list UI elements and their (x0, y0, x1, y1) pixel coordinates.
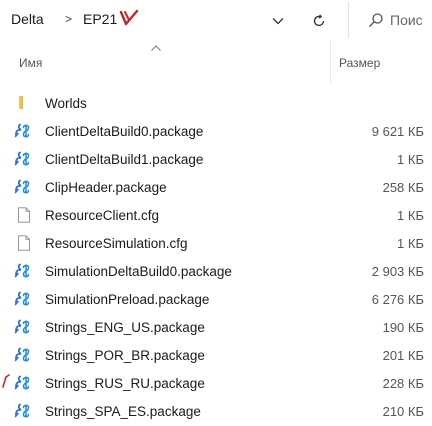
file-size: 6 276 КБ (371, 292, 424, 307)
file-icon (14, 235, 34, 251)
toolbar-divider (348, 2, 349, 38)
file-row[interactable]: Strings_ENG_US.package 190 КБ (0, 313, 432, 341)
file-name: ClientDeltaBuild1.package (45, 152, 204, 167)
file-row[interactable]: ResourceClient.cfg 1 КБ (0, 201, 432, 229)
folder-row[interactable]: Worlds (0, 89, 432, 117)
file-name: Worlds (45, 96, 87, 111)
chevron-down-icon (272, 18, 284, 25)
file-name: Strings_POR_BR.package (45, 348, 205, 363)
refresh-button[interactable] (307, 9, 331, 33)
refresh-icon (313, 14, 325, 27)
file-row[interactable]: SimulationDeltaBuild0.package 2 903 КБ (0, 257, 432, 285)
red-pen-mark-icon (0, 374, 12, 388)
search-placeholder: Поис (390, 12, 423, 28)
folder-icon (14, 95, 34, 111)
file-name: Strings_ENG_US.package (45, 320, 205, 335)
package-icon (14, 151, 34, 167)
file-size: 210 КБ (382, 404, 424, 419)
file-row[interactable]: ClientDeltaBuild1.package 1 КБ (0, 145, 432, 173)
file-name: SimulationDeltaBuild0.package (45, 264, 232, 279)
file-size: 258 КБ (382, 180, 424, 195)
file-size: 2 903 КБ (371, 264, 424, 279)
red-check-annotation-icon (119, 9, 139, 26)
history-dropdown-button[interactable] (266, 9, 290, 33)
file-size: 1 КБ (397, 208, 424, 223)
file-row[interactable]: ResourceSimulation.cfg 1 КБ (0, 229, 432, 257)
file-size: 1 КБ (397, 152, 424, 167)
column-divider[interactable] (330, 40, 331, 84)
file-name: ClipHeader.package (45, 180, 167, 195)
file-name: Strings_RUS_RU.package (45, 376, 205, 391)
file-size: 1 КБ (397, 236, 424, 251)
file-row[interactable]: ClipHeader.package 258 КБ (0, 173, 432, 201)
package-icon (14, 319, 34, 335)
package-icon (14, 123, 34, 139)
column-header-name[interactable]: Имя (19, 56, 42, 70)
package-icon (14, 347, 34, 363)
breadcrumb-item-ep21[interactable]: EP21 (83, 11, 117, 27)
breadcrumb-separator: > (65, 12, 73, 26)
search-icon (369, 13, 383, 27)
file-size: 201 КБ (382, 348, 424, 363)
address-bar: Delta > EP21 Поис (0, 0, 432, 40)
package-icon (14, 179, 34, 195)
sort-caret-icon (151, 45, 161, 51)
file-size: 9 621 КБ (371, 124, 424, 139)
file-row[interactable]: Strings_POR_BR.package 201 КБ (0, 341, 432, 369)
file-icon (14, 207, 34, 223)
file-name: SimulationPreload.package (45, 292, 210, 307)
file-size: 190 КБ (382, 320, 424, 335)
file-row[interactable]: SimulationPreload.package 6 276 КБ (0, 285, 432, 313)
file-row[interactable]: ClientDeltaBuild0.package 9 621 КБ (0, 117, 432, 145)
package-icon (14, 375, 34, 391)
file-row[interactable]: Strings_RUS_RU.package 228 КБ (0, 369, 432, 397)
file-size: 228 КБ (382, 376, 424, 391)
file-name: ClientDeltaBuild0.package (45, 124, 204, 139)
package-icon (14, 263, 34, 279)
file-row[interactable]: Strings_SPA_ES.package 210 КБ (0, 397, 432, 425)
file-name: Strings_SPA_ES.package (45, 404, 201, 419)
package-icon (14, 403, 34, 419)
breadcrumb-item-delta[interactable]: Delta (11, 11, 44, 27)
column-header-size[interactable]: Размер (339, 56, 380, 70)
file-name: ResourceClient.cfg (45, 208, 160, 223)
search-input[interactable]: Поис (350, 4, 432, 36)
file-name: ResourceSimulation.cfg (45, 236, 188, 251)
package-icon (14, 291, 34, 307)
